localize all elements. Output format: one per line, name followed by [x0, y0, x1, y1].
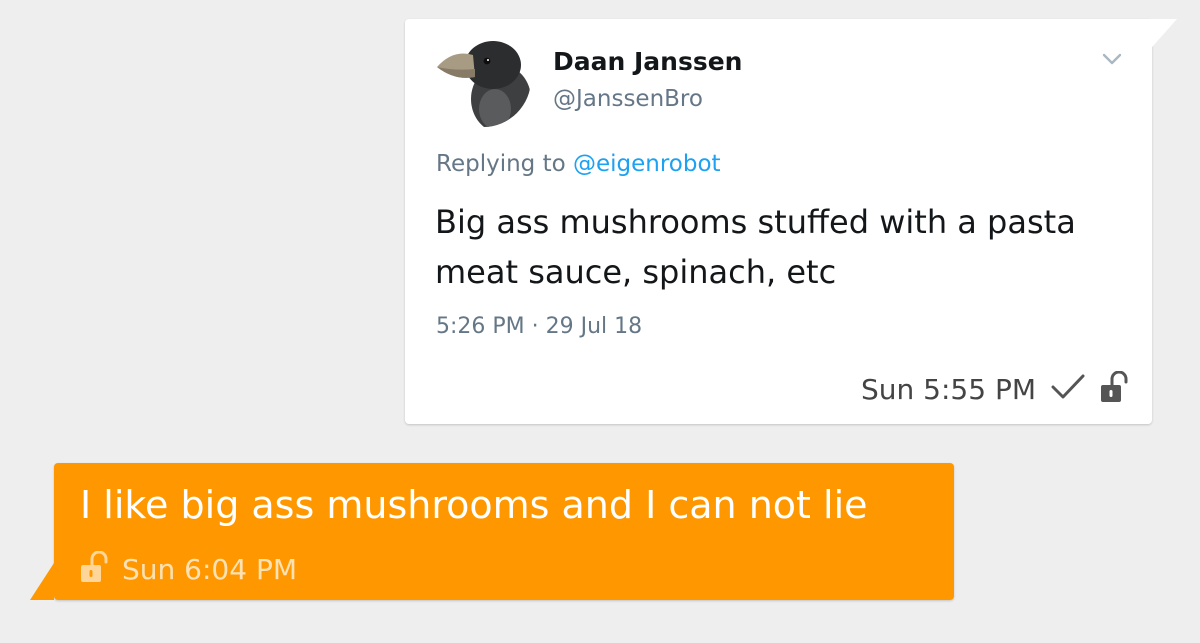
replying-to-prefix: Replying to — [436, 151, 566, 177]
outgoing-message-bubble[interactable]: Daan Janssen @JanssenBro Replying to @ei… — [405, 19, 1177, 424]
outgoing-message-meta: Sun 5:55 PM — [861, 369, 1128, 409]
replying-to-mention-link[interactable]: @eigenrobot — [573, 151, 721, 177]
tweet-author-name[interactable]: Daan Janssen — [553, 47, 742, 76]
chevron-down-icon[interactable] — [1101, 51, 1123, 65]
checkmark-icon — [1050, 372, 1086, 406]
tweet-author-handle[interactable]: @JanssenBro — [553, 86, 703, 112]
incoming-message-text: I like big ass mushrooms and I can not l… — [80, 483, 868, 527]
unlocked-padlock-icon — [1100, 370, 1128, 407]
replying-to-line: Replying to @eigenrobot — [436, 151, 721, 177]
incoming-message-meta: Sun 6:04 PM — [80, 550, 297, 587]
tweet-text: Big ass mushrooms stuffed with a pasta m… — [435, 203, 1076, 291]
outgoing-message-time: Sun 5:55 PM — [861, 372, 1036, 406]
incoming-message-time: Sun 6:04 PM — [122, 552, 297, 586]
incoming-bubble-tail — [30, 563, 54, 600]
incoming-message-bubble[interactable]: I like big ass mushrooms and I can not l… — [30, 463, 954, 600]
unlocked-padlock-icon — [80, 550, 108, 587]
bird-avatar-icon[interactable] — [435, 31, 531, 127]
outgoing-bubble-tail — [1145, 19, 1177, 55]
tweet-timestamp[interactable]: 5:26 PM · 29 Jul 18 — [436, 314, 642, 339]
